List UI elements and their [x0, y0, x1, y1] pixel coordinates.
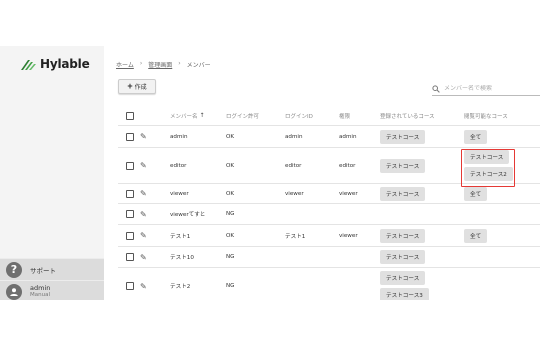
cell-member-name: admin [170, 133, 188, 140]
edit-icon[interactable]: ✎ [140, 161, 147, 170]
user-role: Manual [30, 292, 50, 299]
row-checkbox[interactable] [126, 282, 134, 290]
viewable-chip[interactable]: テストコース2 [464, 167, 513, 181]
select-all-checkbox[interactable] [126, 111, 134, 120]
row-checkbox[interactable] [126, 161, 134, 170]
user-menu[interactable]: admin Manual [0, 280, 104, 300]
cell-login: OK [226, 162, 235, 169]
viewable-chip[interactable]: 全て [464, 228, 488, 243]
breadcrumb-home[interactable]: ホーム [116, 60, 134, 69]
course-chip[interactable]: テストコース [380, 129, 426, 144]
course-chip[interactable]: テストコース [380, 228, 426, 243]
user-name: admin [30, 283, 51, 292]
row-checkbox[interactable] [126, 189, 134, 198]
header-registered-courses: 登録されているコース [380, 113, 435, 120]
cell-role: viewer [339, 232, 358, 239]
breadcrumb-separator: › [178, 60, 181, 67]
edit-icon[interactable]: ✎ [140, 189, 147, 198]
cell-login-id: editor [285, 162, 302, 169]
cell-login: NG [226, 283, 235, 289]
table-row: ✎ viewer OK viewer viewer テストコース 全て [118, 184, 540, 204]
create-button-label: 作成 [134, 85, 147, 91]
edit-icon[interactable]: ✎ [140, 132, 147, 141]
header-login-id: ログインID [285, 113, 313, 120]
main-content: ホーム › 管理画面 › メンバー + 作成 メンバー名↑ ログイン許可 [104, 46, 550, 300]
cell-member-name: テスト2 [170, 284, 191, 290]
cell-login: OK [226, 133, 235, 140]
header-login-permission: ログイン許可 [226, 113, 260, 120]
course-chip[interactable]: テストコース3 [380, 287, 429, 300]
course-chip[interactable]: テストコース [380, 250, 426, 264]
table-row: ✎ テスト2 NG テストコース テストコース3 [118, 268, 540, 300]
user-icon [6, 283, 22, 300]
cell-role: admin [339, 133, 357, 140]
cell-login: OK [226, 232, 235, 239]
table-row: ✎ admin OK admin admin テストコース 全て [118, 126, 540, 148]
sidebar-bottom: ? サポート admin Manual [0, 258, 104, 300]
sort-up-icon: ↑ [199, 112, 205, 119]
search-box [432, 82, 540, 96]
search-input[interactable] [444, 85, 534, 92]
support-link[interactable]: ? サポート [0, 258, 104, 280]
plus-icon: + [127, 81, 133, 91]
cell-login: NG [226, 254, 235, 260]
cell-login: OK [226, 190, 235, 197]
cell-member-name: viewer [170, 190, 189, 197]
support-label: サポート [30, 266, 56, 275]
help-icon: ? [6, 261, 22, 278]
edit-icon[interactable]: ✎ [140, 282, 147, 291]
table-row: ✎ テスト1 OK テスト1 viewer テストコース 全て [118, 225, 540, 247]
cell-login-id: テスト1 [285, 233, 306, 240]
row-checkbox[interactable] [126, 231, 134, 240]
cell-login-id: admin [285, 133, 303, 140]
cell-login: NG [226, 211, 235, 217]
edit-icon[interactable]: ✎ [140, 253, 147, 262]
cell-member-name: テスト1 [170, 233, 191, 240]
cell-member-name: editor [170, 162, 187, 169]
sidebar: Hylable ? サポート admin Manual [0, 46, 104, 300]
viewable-chip[interactable]: 全て [464, 129, 488, 144]
create-button[interactable]: + 作成 [118, 79, 156, 94]
cell-member-name: テスト10 [170, 255, 194, 261]
viewable-chip[interactable]: テストコース [464, 150, 510, 164]
header-role: 権限 [339, 113, 351, 120]
breadcrumb: ホーム › 管理画面 › メンバー [116, 60, 211, 69]
edit-icon[interactable]: ✎ [140, 210, 147, 219]
row-checkbox[interactable] [126, 132, 134, 141]
table-row: ✎ テスト10 NG テストコース [118, 247, 540, 268]
cell-role: editor [339, 162, 356, 169]
cell-member-name: viewerてすと [170, 212, 206, 218]
header-member-name[interactable]: メンバー名 ↑ [170, 106, 205, 125]
cell-role: viewer [339, 190, 358, 197]
table-row: ✎ editor OK editor editor テストコース テストコース … [118, 148, 540, 184]
cell-login-id: viewer [285, 190, 304, 197]
app-window: Hylable ? サポート admin Manual ホーム › 管理画面 ›… [0, 46, 550, 300]
breadcrumb-separator: › [139, 60, 143, 67]
search-icon [432, 84, 440, 93]
course-chip[interactable]: テストコース [380, 186, 426, 201]
table-header-row: メンバー名 ↑ ログイン許可 ログインID 権限 登録されているコース 閲覧可能な… [118, 106, 540, 126]
edit-icon[interactable]: ✎ [140, 231, 147, 240]
viewable-chip[interactable]: 全て [464, 186, 488, 201]
breadcrumb-admin[interactable]: 管理画面 [148, 60, 172, 69]
table-row: ✎ viewerてすと NG [118, 204, 540, 225]
row-checkbox[interactable] [126, 253, 134, 261]
row-checkbox[interactable] [126, 210, 134, 218]
logo[interactable]: Hylable [20, 56, 90, 72]
course-chip[interactable]: テストコース [380, 158, 426, 173]
logo-mark-icon [21, 59, 36, 70]
breadcrumb-current: メンバー [186, 62, 211, 69]
course-chip[interactable]: テストコース [380, 270, 426, 285]
logo-text: Hylable [40, 57, 90, 71]
header-viewable-courses: 閲覧可能なコース [464, 113, 508, 120]
